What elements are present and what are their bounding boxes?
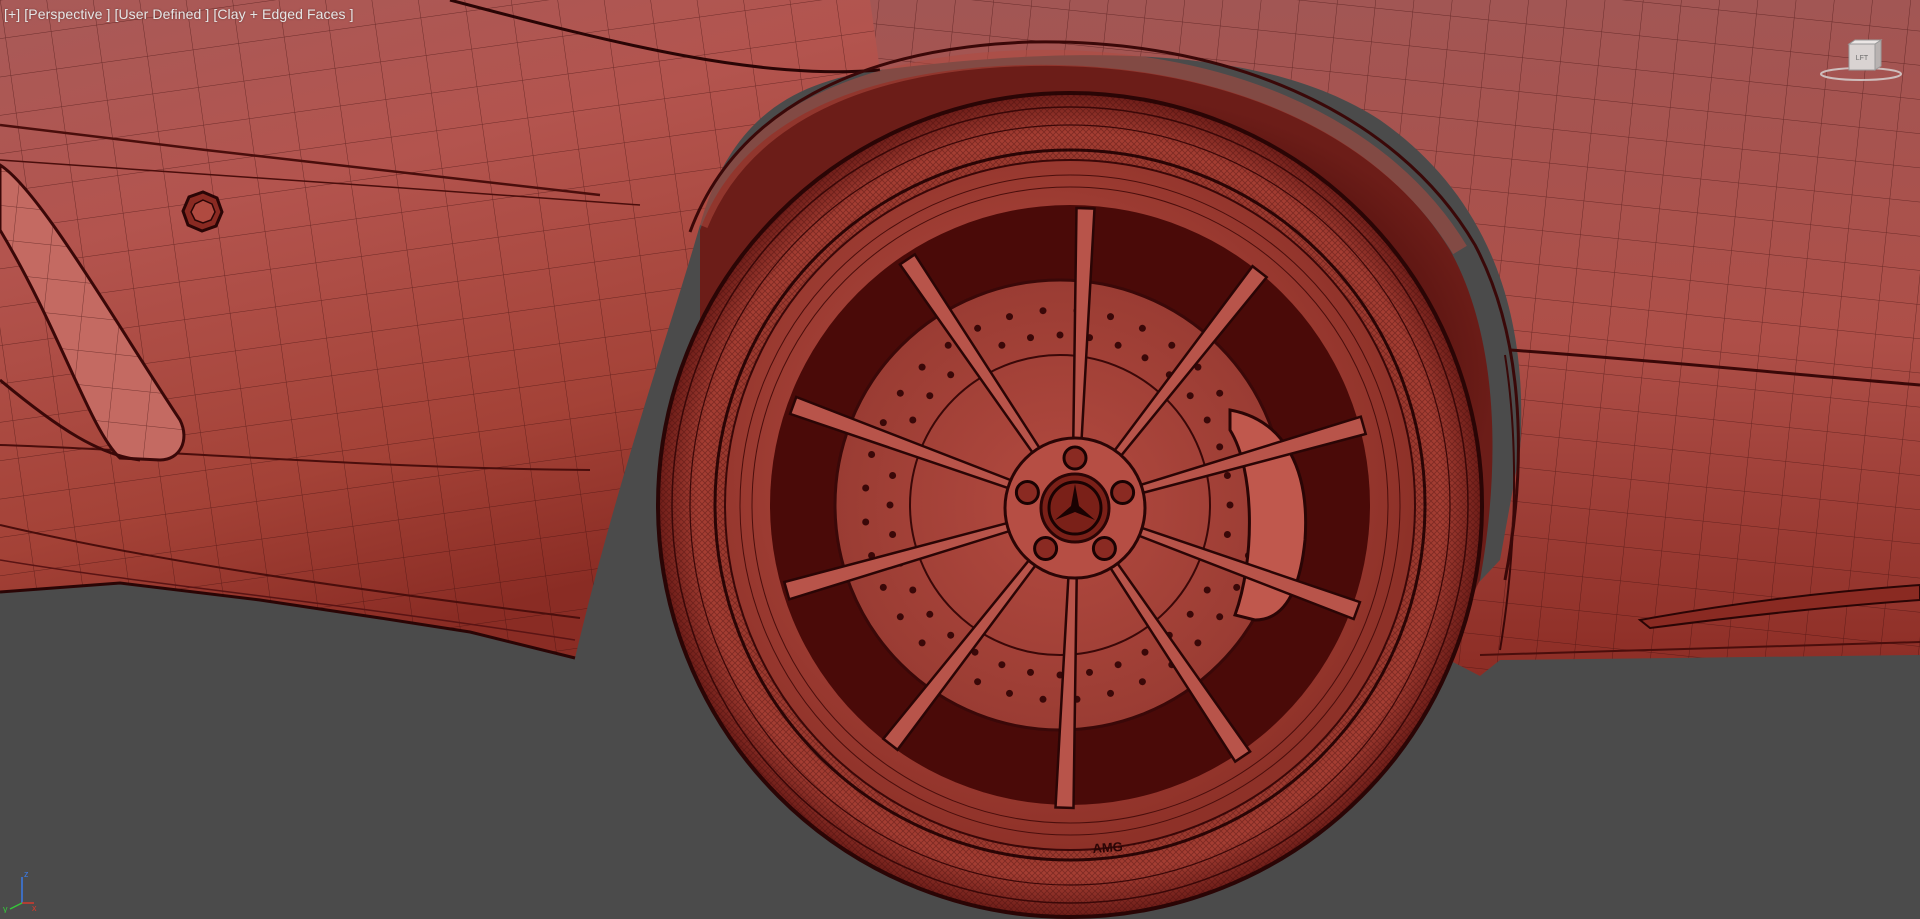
disc-hole [1138,678,1146,686]
disc-hole [1203,586,1211,594]
axis-label-z: z [24,869,29,879]
viewport-scene: AMG [0,0,1920,919]
disc-hole [947,631,955,639]
disc-hole [1039,695,1047,703]
disc-hole [1056,331,1064,339]
disc-hole [1186,610,1194,618]
disc-hole [918,363,926,371]
disc-hole [1027,334,1034,342]
viewport-menu-shading[interactable]: [Clay + Edged Faces ] [213,6,353,22]
disc-hole [862,518,870,526]
disc-hole [1216,443,1224,451]
disc-hole [879,419,887,427]
disc-hole [1223,531,1231,538]
disc-hole [1168,341,1176,349]
disc-hole [974,324,982,332]
viewcube[interactable]: LFT [1816,38,1906,88]
disc-hole [1194,639,1202,647]
disc-hole [879,583,887,591]
rim: AMG [724,159,1416,856]
disc-hole [918,639,926,647]
disc-hole [1006,689,1013,697]
lug-nut [1091,536,1117,561]
hub [1003,436,1147,580]
disc-hole [1006,313,1013,321]
lug-nut [1110,480,1136,505]
viewcube-face-label: LFT [1856,55,1869,62]
axis-tripod: z x y [3,869,37,913]
rim-badge: AMG [1092,839,1123,856]
disc-hole [926,610,934,618]
disc-hole [1086,668,1093,676]
disc-hole [1114,341,1122,349]
disc-hole [1039,307,1047,315]
disc-hole [926,392,934,400]
disc-hole [889,531,897,538]
viewport-label: [+] [Perspective ] [User Defined ] [Clay… [4,6,354,22]
viewport-menu-camera[interactable]: [User Defined ] [114,6,209,22]
disc-hole [1216,613,1224,621]
disc-hole [944,341,952,349]
disc-hole [862,484,870,492]
perspective-viewport[interactable]: AMG [+] [Perspective ] [User Defined ] [… [0,0,1920,919]
disc-hole [896,389,904,397]
disc-hole [889,472,897,479]
viewport-menu-view[interactable]: [Perspective ] [24,6,110,22]
lug-nut [1033,536,1059,561]
side-marker [181,190,224,233]
disc-hole [1027,668,1034,676]
disc-hole [1226,501,1234,509]
axis-label-x: x [32,903,37,913]
disc-hole [1107,313,1114,321]
disc-hole [1186,392,1194,400]
disc-hole [1233,583,1241,591]
disc-hole [1114,661,1122,669]
lug-nut [1062,445,1088,471]
disc-hole [1141,648,1149,656]
disc-hole [909,586,917,594]
disc-hole [998,661,1006,669]
disc-hole [886,501,894,509]
disc-hole [1223,472,1231,479]
viewport-menu-plus[interactable]: [+] [4,6,20,22]
disc-hole [974,678,982,686]
disc-hole [1216,389,1224,397]
disc-hole [1203,416,1211,424]
disc-hole [1141,354,1149,362]
disc-hole [1138,324,1146,332]
disc-hole [947,371,955,379]
disc-hole [998,341,1006,349]
lug-nut [1014,480,1040,505]
axis-label-y: y [3,904,8,913]
disc-hole [1107,689,1114,697]
disc-hole [909,416,917,424]
disc-hole [896,613,904,621]
disc-hole [868,451,876,458]
